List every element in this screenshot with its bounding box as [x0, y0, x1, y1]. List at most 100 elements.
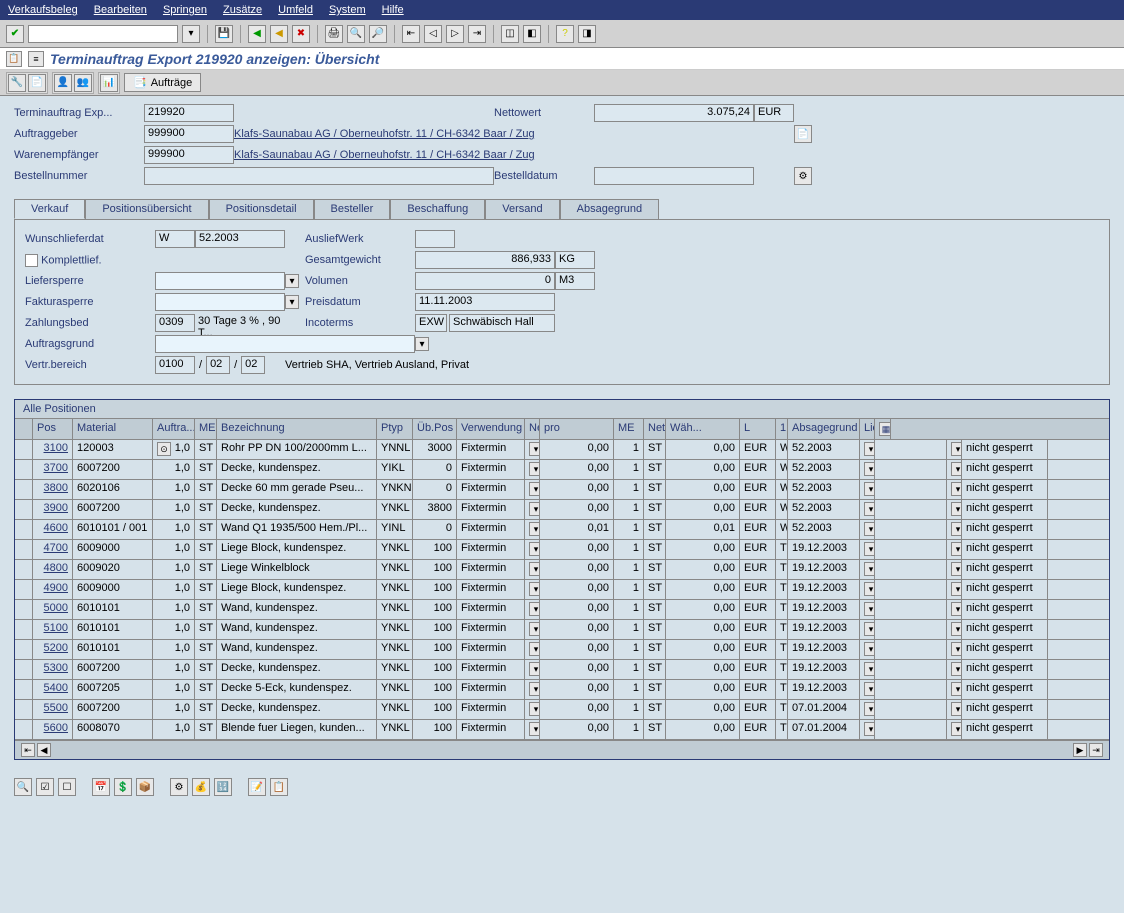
- col-header[interactable]: Verwendung: [457, 419, 525, 439]
- terminauftrag-value[interactable]: 219920: [144, 104, 234, 122]
- dropdown-icon[interactable]: ▾: [864, 502, 875, 516]
- dropdown-icon[interactable]: ▾: [864, 542, 875, 556]
- col-header[interactable]: Auftra...: [153, 419, 195, 439]
- table-row[interactable]: 510060101011,0STWand, kundenspez.YNKL100…: [15, 620, 1109, 640]
- dropdown-icon[interactable]: ▾: [864, 722, 875, 736]
- partner-icon[interactable]: 👥: [74, 74, 92, 92]
- menu-hilfe[interactable]: Hilfe: [382, 4, 404, 16]
- bestellnummer-field[interactable]: [144, 167, 494, 185]
- list-icon[interactable]: ≡: [28, 51, 44, 67]
- table-row[interactable]: 490060090001,0STLiege Block, kundenspez.…: [15, 580, 1109, 600]
- first-page-icon[interactable]: ⇤: [402, 25, 420, 43]
- save-icon[interactable]: 💾: [215, 25, 233, 43]
- fakturasperre-dropdown-icon[interactable]: ▾: [285, 295, 299, 309]
- dropdown-icon[interactable]: ▾: [864, 682, 875, 696]
- dropdown-icon[interactable]: ▾: [951, 622, 962, 636]
- dropdown-icon[interactable]: ▾: [951, 502, 962, 516]
- table-row[interactable]: 540060072051,0STDecke 5-Eck, kundenspez.…: [15, 680, 1109, 700]
- status-icon[interactable]: 📊: [100, 74, 118, 92]
- select-icon[interactable]: ☑: [36, 778, 54, 796]
- dropdown-icon[interactable]: ▾: [529, 682, 540, 696]
- auftragsgrund-field[interactable]: [155, 335, 415, 353]
- schedule-icon[interactable]: 📅: [92, 778, 110, 796]
- col-header[interactable]: 1.Datum: [776, 419, 788, 439]
- detail-icon[interactable]: 🔍: [14, 778, 32, 796]
- dropdown-icon[interactable]: ▾: [864, 662, 875, 676]
- deselect-icon[interactable]: ☐: [58, 778, 76, 796]
- dropdown-icon[interactable]: ▾: [529, 542, 540, 556]
- dropdown-icon[interactable]: ▾: [529, 642, 540, 656]
- text-icon[interactable]: 📝: [248, 778, 266, 796]
- dropdown-icon[interactable]: ▾: [529, 602, 540, 616]
- dropdown-icon[interactable]: ▾: [951, 642, 962, 656]
- tab-absagegrund[interactable]: Absagegrund: [560, 199, 659, 219]
- dropdown-icon[interactable]: ▾: [951, 602, 962, 616]
- menu-zusätze[interactable]: Zusätze: [223, 4, 262, 16]
- dropdown-icon[interactable]: ▾: [529, 562, 540, 576]
- dropdown-icon[interactable]: ▾: [529, 662, 540, 676]
- dropdown-icon[interactable]: ▾: [951, 562, 962, 576]
- dropdown-icon[interactable]: ▾: [529, 442, 540, 456]
- enter-icon[interactable]: ✔: [6, 25, 24, 43]
- tab-positionsdetail[interactable]: Positionsdetail: [209, 199, 314, 219]
- table-row[interactable]: 560060080701,0STBlende fuer Liegen, kund…: [15, 720, 1109, 740]
- find-next-icon[interactable]: 🔎: [369, 25, 387, 43]
- config-item-icon[interactable]: ⚙: [170, 778, 188, 796]
- table-row[interactable]: 530060072001,0STDecke, kundenspez.YNKL10…: [15, 660, 1109, 680]
- table-hscroll[interactable]: ⇤◀ ▶⇥: [15, 740, 1109, 759]
- menubar[interactable]: VerkaufsbelegBearbeitenSpringenZusätzeUm…: [0, 0, 1124, 20]
- help-icon[interactable]: ?: [556, 25, 574, 43]
- scroll-left-icon[interactable]: ◀: [37, 743, 51, 757]
- costing-icon[interactable]: 💰: [192, 778, 210, 796]
- table-row[interactable]: 390060072001,0STDecke, kundenspez.YNKL38…: [15, 500, 1109, 520]
- incoterms-text[interactable]: Schwäbisch Hall: [449, 314, 555, 332]
- cancel-icon[interactable]: ✖: [292, 25, 310, 43]
- dropdown-icon[interactable]: ▾: [529, 522, 540, 536]
- table-row[interactable]: 500060101011,0STWand, kundenspez.YNKL100…: [15, 600, 1109, 620]
- auslief-werk-field[interactable]: [415, 230, 455, 248]
- dropdown-icon[interactable]: ▾: [529, 702, 540, 716]
- next-page-icon[interactable]: ▷: [446, 25, 464, 43]
- scroll-right-last-icon[interactable]: ⇥: [1089, 743, 1103, 757]
- preisdatum-value[interactable]: 11.11.2003: [415, 293, 555, 311]
- dropdown-icon[interactable]: ▾: [529, 462, 540, 476]
- tab-beschaffung[interactable]: Beschaffung: [390, 199, 485, 219]
- dropdown-icon[interactable]: ▾: [864, 442, 875, 456]
- search-help-icon[interactable]: ⊙: [157, 442, 171, 456]
- display-change-icon[interactable]: 🔧: [8, 74, 26, 92]
- col-header[interactable]: Üb.Pos: [413, 419, 457, 439]
- dropdown-icon[interactable]: ▾: [864, 702, 875, 716]
- zahlungsbed-code[interactable]: 0309: [155, 314, 195, 332]
- command-field[interactable]: [28, 25, 178, 43]
- dropdown-icon[interactable]: ▾: [529, 722, 540, 736]
- auftragsgrund-dropdown-icon[interactable]: ▾: [415, 337, 429, 351]
- shortcut-icon[interactable]: ◧: [523, 25, 541, 43]
- batch-icon[interactable]: 🔢: [214, 778, 232, 796]
- log-icon[interactable]: 📋: [270, 778, 288, 796]
- tab-verkauf[interactable]: Verkauf: [14, 199, 85, 219]
- dropdown-icon[interactable]: ▾: [951, 662, 962, 676]
- auftraggeber-text[interactable]: Klafs-Saunabau AG / Oberneuhofstr. 11 / …: [234, 128, 794, 140]
- dropdown-icon[interactable]: ▾: [951, 702, 962, 716]
- pricing-icon[interactable]: 💲: [114, 778, 132, 796]
- col-header[interactable]: Nettowert: [644, 419, 666, 439]
- col-header[interactable]: Wäh...: [666, 419, 740, 439]
- col-header[interactable]: Liefersperrestatus: [860, 419, 875, 439]
- other-doc-icon[interactable]: 📄: [28, 74, 46, 92]
- vertrbereich-1[interactable]: 0100: [155, 356, 195, 374]
- dropdown-icon[interactable]: ▾: [864, 602, 875, 616]
- col-header[interactable]: ME: [195, 419, 217, 439]
- dropdown-icon[interactable]: ▾: [529, 482, 540, 496]
- incoterms-code[interactable]: EXW: [415, 314, 447, 332]
- dropdown-icon[interactable]: ▾: [951, 522, 962, 536]
- exit-icon[interactable]: ◀: [270, 25, 288, 43]
- find-icon[interactable]: 🔍: [347, 25, 365, 43]
- menu-system[interactable]: System: [329, 4, 366, 16]
- dropdown-icon[interactable]: ▾: [951, 462, 962, 476]
- scroll-left-first-icon[interactable]: ⇤: [21, 743, 35, 757]
- col-header[interactable]: Absagegrund: [788, 419, 860, 439]
- availability-icon[interactable]: 📦: [136, 778, 154, 796]
- back-icon[interactable]: ◀: [248, 25, 266, 43]
- tab-besteller[interactable]: Besteller: [314, 199, 391, 219]
- dropdown-icon[interactable]: ▾: [864, 642, 875, 656]
